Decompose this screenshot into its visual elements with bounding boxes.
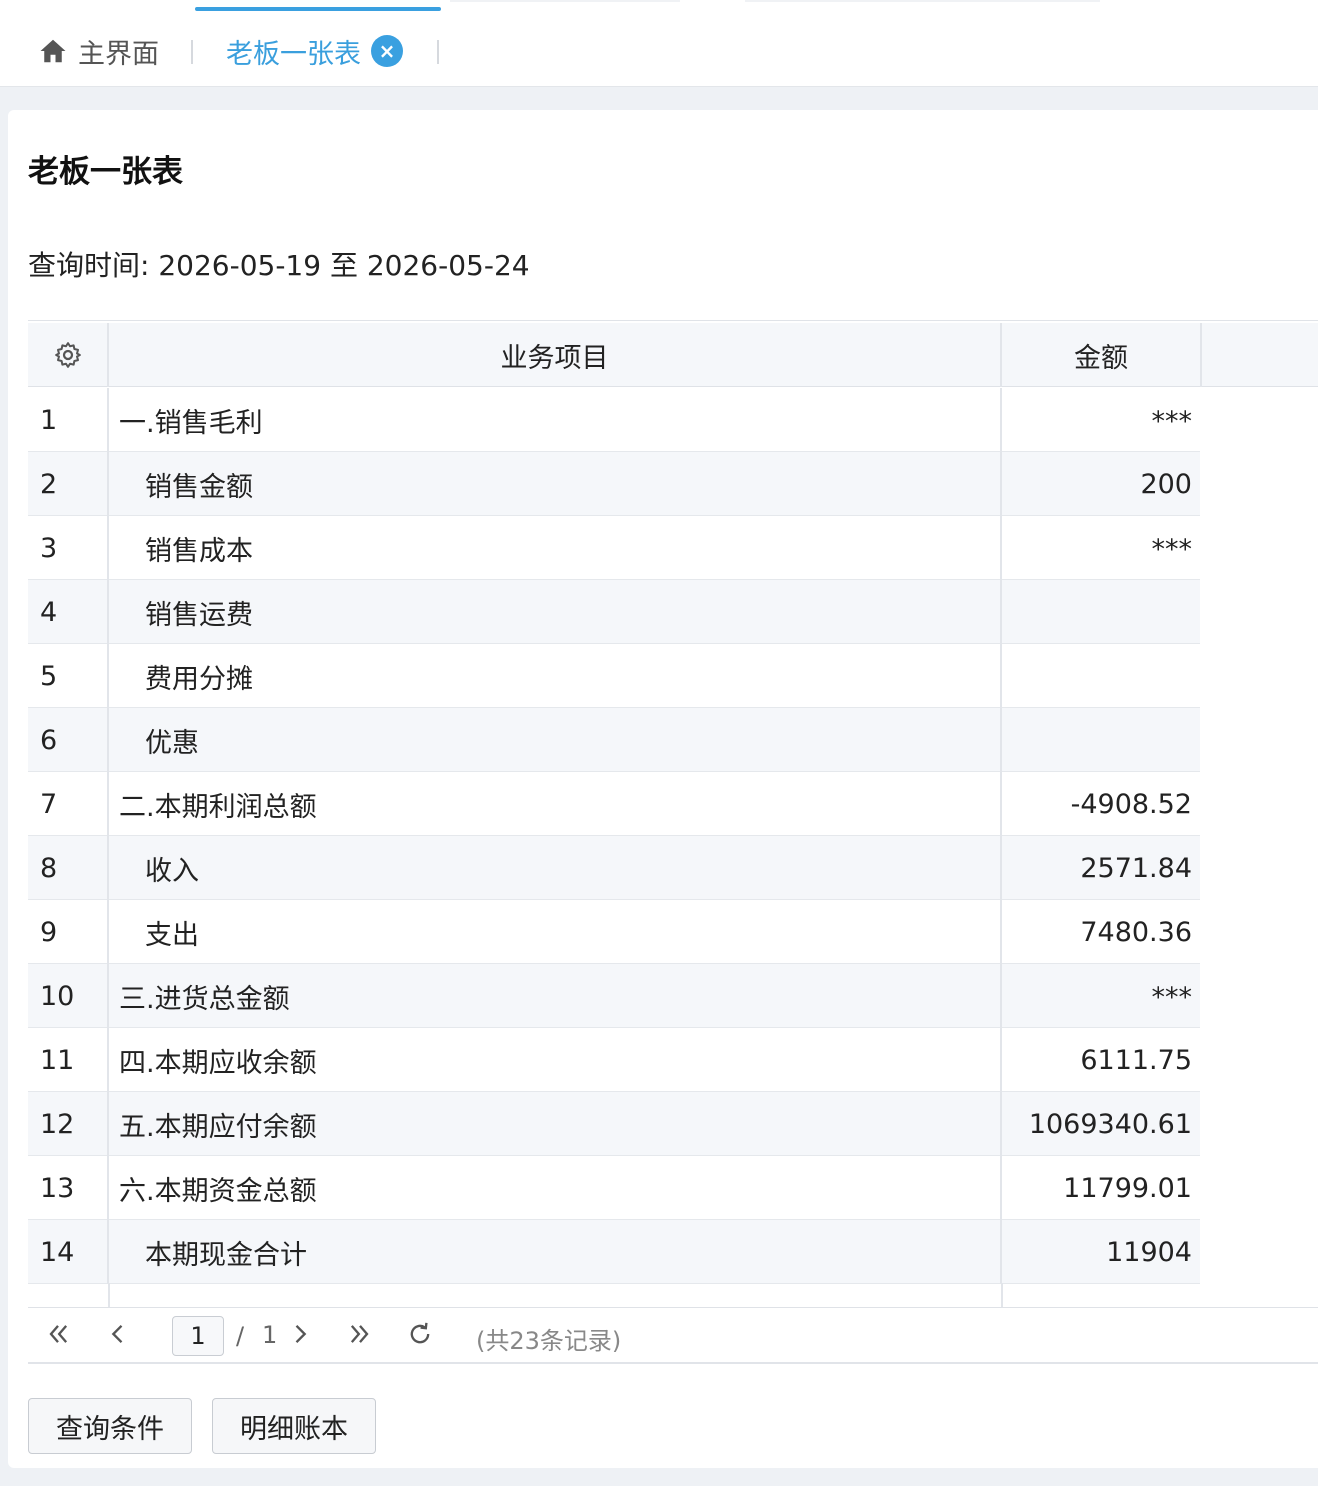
pagination-bar: 1 / 1 (共23条记录) xyxy=(28,1307,1318,1364)
row-amount: 11799.01 xyxy=(1063,1172,1192,1204)
table-row[interactable]: 9 支出 7480.36 xyxy=(28,900,1200,964)
tab-separator xyxy=(191,40,193,64)
row-amount: *** xyxy=(1151,406,1193,437)
record-count: (共23条记录) xyxy=(476,1327,622,1355)
gear-icon xyxy=(54,342,81,368)
tab-boss-report[interactable]: 老板一张表 × xyxy=(226,26,403,76)
table-row[interactable]: 3 销售成本 *** xyxy=(28,516,1200,580)
row-index: 6 xyxy=(28,708,109,772)
row-item-name: 三.进货总金额 xyxy=(109,964,1002,1028)
first-page-button[interactable] xyxy=(44,1320,72,1356)
table-row[interactable]: 14 本期现金合计 11904 xyxy=(28,1220,1200,1284)
row-amount xyxy=(1002,644,1200,708)
row-amount: *** xyxy=(1151,982,1193,1013)
tab-bar: 主界面 老板一张表 × xyxy=(0,0,1318,87)
row-index: 3 xyxy=(28,516,109,580)
row-item-name: 销售运费 xyxy=(109,580,1002,644)
total-pages: 1 xyxy=(262,1321,278,1349)
refresh-button[interactable] xyxy=(406,1320,434,1356)
row-index: 10 xyxy=(28,964,109,1028)
row-amount xyxy=(1002,708,1200,772)
table-row[interactable]: 1 一.销售毛利 *** xyxy=(28,388,1200,452)
main-panel: 老板一张表 查询时间: 2026-05-19 至 2026-05-24 业务项目… xyxy=(8,110,1318,1468)
row-item-name: 四.本期应收余额 xyxy=(109,1028,1002,1092)
report-table: 业务项目 金额 1 一.销售毛利 *** 2 销售金额 200 3 销售成本 *** 4 销售运费 5… xyxy=(28,320,1318,1364)
row-amount: 200 xyxy=(1140,468,1192,500)
page-title: 老板一张表 xyxy=(28,154,183,190)
table-row[interactable]: 12 五.本期应付余额 1069340.61 xyxy=(28,1092,1200,1156)
row-amount: 11904 xyxy=(1106,1236,1192,1268)
close-tab-icon[interactable]: × xyxy=(371,35,403,67)
table-row[interactable]: 10 三.进货总金额 *** xyxy=(28,964,1200,1028)
table-header: 业务项目 金额 xyxy=(28,323,1318,387)
table-row[interactable]: 11 四.本期应收余额 6111.75 xyxy=(28,1028,1200,1092)
row-index: 9 xyxy=(28,900,109,964)
row-item-name: 费用分摊 xyxy=(109,644,1002,708)
row-item-name: 销售金额 xyxy=(109,452,1002,516)
column-header-amount[interactable]: 金额 xyxy=(1002,323,1202,387)
page-number-input[interactable]: 1 xyxy=(172,1316,224,1356)
row-index: 13 xyxy=(28,1156,109,1220)
chevron-right-icon xyxy=(295,1325,307,1343)
row-amount: 7480.36 xyxy=(1080,916,1192,948)
table-row[interactable]: 13 六.本期资金总额 11799.01 xyxy=(28,1156,1200,1220)
home-icon xyxy=(40,39,66,63)
tab-home[interactable]: 主界面 xyxy=(38,26,159,76)
table-row[interactable]: 8 收入 2571.84 xyxy=(28,836,1200,900)
tab-strip-edge xyxy=(450,0,680,2)
active-tab-indicator xyxy=(195,7,441,11)
row-item-name: 销售成本 xyxy=(109,516,1002,580)
table-row[interactable]: 2 销售金额 200 xyxy=(28,452,1200,516)
row-item-name: 支出 xyxy=(109,900,1002,964)
row-item-name: 六.本期资金总额 xyxy=(109,1156,1002,1220)
row-index: 8 xyxy=(28,836,109,900)
tab-separator xyxy=(437,40,439,64)
row-index: 2 xyxy=(28,452,109,516)
next-page-button[interactable] xyxy=(286,1320,314,1356)
row-index: 1 xyxy=(28,388,109,452)
row-index: 11 xyxy=(28,1028,109,1092)
column-header-item[interactable]: 业务项目 xyxy=(109,323,1002,387)
refresh-icon xyxy=(410,1322,430,1344)
last-page-button[interactable] xyxy=(346,1320,374,1356)
column-settings-button[interactable] xyxy=(28,323,109,387)
double-chevron-left-icon xyxy=(49,1325,68,1343)
row-index: 5 xyxy=(28,644,109,708)
row-amount: -4908.52 xyxy=(1070,788,1192,820)
row-item-name: 一.销售毛利 xyxy=(109,388,1002,452)
tab-strip-edge xyxy=(745,0,1100,2)
row-amount xyxy=(1002,580,1200,644)
row-index: 14 xyxy=(28,1220,109,1284)
row-item-name: 本期现金合计 xyxy=(109,1220,1002,1284)
row-amount: *** xyxy=(1151,534,1193,565)
tab-home-label: 主界面 xyxy=(78,38,159,70)
query-time-label: 查询时间: 2026-05-19 至 2026-05-24 xyxy=(28,249,530,282)
page-separator: / xyxy=(236,1322,245,1350)
tab-active-label: 老板一张表 xyxy=(226,38,361,70)
chevron-left-icon xyxy=(111,1325,123,1343)
double-chevron-right-icon xyxy=(350,1325,369,1343)
table-row[interactable]: 4 销售运费 xyxy=(28,580,1200,644)
row-item-name: 二.本期利润总额 xyxy=(109,772,1002,836)
detail-ledger-button[interactable]: 明细账本 xyxy=(212,1398,376,1454)
table-row[interactable]: 5 费用分摊 xyxy=(28,644,1200,708)
row-item-name: 收入 xyxy=(109,836,1002,900)
row-amount: 1069340.61 xyxy=(1028,1108,1192,1140)
table-row[interactable]: 6 优惠 xyxy=(28,708,1200,772)
row-item-name: 优惠 xyxy=(109,708,1002,772)
row-amount: 6111.75 xyxy=(1080,1044,1192,1076)
row-item-name: 五.本期应付余额 xyxy=(109,1092,1002,1156)
row-amount: 2571.84 xyxy=(1080,852,1192,884)
row-index: 12 xyxy=(28,1092,109,1156)
query-conditions-button[interactable]: 查询条件 xyxy=(28,1398,192,1454)
table-row[interactable]: 7 二.本期利润总额 -4908.52 xyxy=(28,772,1200,836)
row-index: 7 xyxy=(28,772,109,836)
row-index: 4 xyxy=(28,580,109,644)
prev-page-button[interactable] xyxy=(104,1320,132,1356)
